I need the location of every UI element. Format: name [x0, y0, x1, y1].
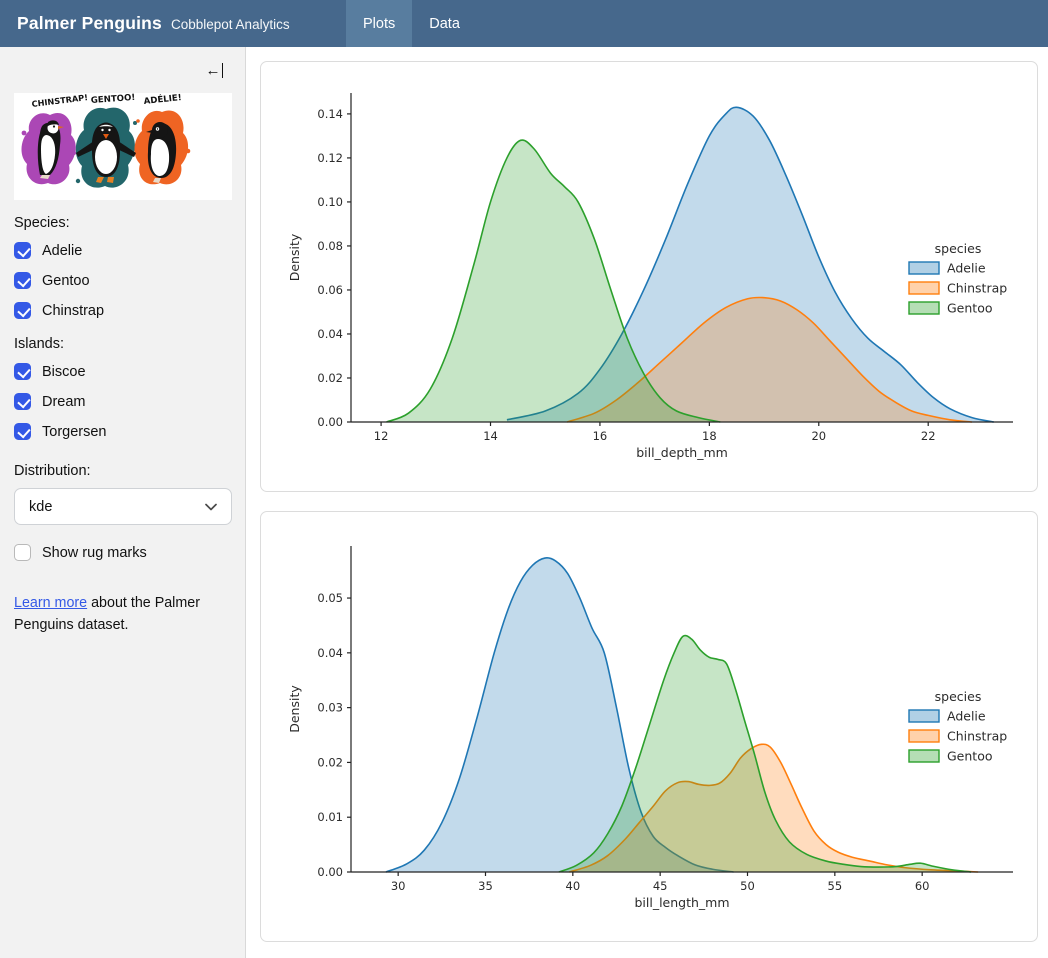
x-tick-label: 22 — [921, 429, 936, 443]
x-tick-label: 14 — [483, 429, 498, 443]
checkbox-row-chinstrap[interactable]: Chinstrap — [14, 302, 231, 319]
learn-more-link[interactable]: Learn more — [14, 595, 87, 611]
y-tick-label: 0.03 — [317, 701, 343, 715]
y-tick-label: 0.05 — [317, 591, 343, 605]
chinstrap-checkbox-label: Chinstrap — [42, 303, 104, 319]
y-axis-label: Density — [287, 233, 302, 281]
legend-swatch-adelie — [909, 710, 939, 722]
legend-swatch-adelie — [909, 262, 939, 274]
legend-swatch-chinstrap — [909, 730, 939, 742]
sidebar: ← — [0, 47, 246, 958]
gentoo-checkbox[interactable] — [14, 272, 31, 289]
app-window: Palmer Penguins Cobblepot Analytics Plot… — [0, 0, 1048, 958]
y-tick-label: 0.10 — [317, 195, 343, 209]
x-tick-label: 60 — [915, 879, 930, 893]
rug-checkbox[interactable] — [14, 544, 31, 561]
x-tick-label: 40 — [566, 879, 581, 893]
x-tick-label: 50 — [740, 879, 755, 893]
checkbox-row-gentoo[interactable]: Gentoo — [14, 272, 231, 289]
y-tick-label: 0.02 — [317, 371, 343, 385]
y-tick-label: 0.04 — [317, 646, 343, 660]
main-content: 0.00 0.02 0.04 0.06 0.08 0.10 0.12 0.14 12 14 16 18… — [247, 47, 1048, 958]
dataset-note: Learn more about the Palmer Penguins dat… — [14, 592, 214, 636]
legend-title: species — [935, 241, 982, 256]
legend-label-gentoo: Gentoo — [947, 749, 993, 764]
legend-label-chinstrap: Chinstrap — [947, 281, 1007, 296]
density-plot-bill-length: 0.00 0.01 0.02 0.03 0.04 0.05 30 35 40 45 50 55 60 bi… — [261, 512, 1037, 941]
y-tick-label: 0.00 — [317, 865, 343, 879]
x-axis-label: bill_depth_mm — [636, 445, 728, 460]
biscoe-checkbox-label: Biscoe — [42, 364, 86, 380]
legend-label-adelie: Adelie — [947, 261, 986, 276]
checkbox-row-rug[interactable]: Show rug marks — [14, 544, 231, 561]
torgersen-checkbox[interactable] — [14, 423, 31, 440]
checkbox-row-adelie[interactable]: Adelie — [14, 242, 231, 259]
species-section-label: Species: — [14, 215, 231, 231]
x-tick-label: 12 — [374, 429, 389, 443]
gentoo-checkbox-label: Gentoo — [42, 273, 90, 289]
x-tick-label: 45 — [653, 879, 668, 893]
y-axis-label: Density — [287, 685, 302, 733]
sidebar-header: ← — [14, 61, 231, 87]
torgersen-checkbox-label: Torgersen — [42, 424, 106, 440]
y-tick-label: 0.01 — [317, 810, 343, 824]
checkbox-row-dream[interactable]: Dream — [14, 393, 231, 410]
y-tick-label: 0.12 — [317, 151, 343, 165]
x-axis-label: bill_length_mm — [634, 895, 729, 910]
checkbox-row-biscoe[interactable]: Biscoe — [14, 363, 231, 380]
legend-swatch-chinstrap — [909, 282, 939, 294]
bill-depth-plot-card: 0.00 0.02 0.04 0.06 0.08 0.10 0.12 0.14 12 14 16 18… — [260, 61, 1038, 492]
islands-section-label: Islands: — [14, 336, 231, 352]
distribution-select[interactable]: kde — [14, 488, 232, 525]
y-tick-label: 0.14 — [317, 107, 343, 121]
rug-checkbox-label: Show rug marks — [42, 545, 147, 561]
legend-label-chinstrap: Chinstrap — [947, 729, 1007, 744]
app-title: Palmer Penguins — [17, 13, 162, 34]
app-brand: Palmer Penguins Cobblepot Analytics — [0, 13, 346, 34]
x-tick-label: 30 — [391, 879, 406, 893]
y-tick-label: 0.04 — [317, 327, 343, 341]
y-tick-label: 0.00 — [317, 415, 343, 429]
bill-length-plot-card: 0.00 0.01 0.02 0.03 0.04 0.05 30 35 40 45 50 55 60 bi… — [260, 511, 1038, 942]
navbar: Palmer Penguins Cobblepot Analytics Plot… — [0, 0, 1048, 47]
x-tick-label: 55 — [828, 879, 843, 893]
legend-title: species — [935, 689, 982, 704]
y-tick-label: 0.08 — [317, 239, 343, 253]
density-plot-bill-depth: 0.00 0.02 0.04 0.06 0.08 0.10 0.12 0.14 12 14 16 18… — [261, 62, 1037, 491]
chinstrap-checkbox[interactable] — [14, 302, 31, 319]
checkbox-row-torgersen[interactable]: Torgersen — [14, 423, 231, 440]
y-tick-label: 0.06 — [317, 283, 343, 297]
adelie-checkbox[interactable] — [14, 242, 31, 259]
collapse-sidebar-icon[interactable]: ← — [206, 63, 224, 78]
x-tick-label: 18 — [702, 429, 717, 443]
tab-plots[interactable]: Plots — [346, 0, 412, 47]
chevron-down-icon — [205, 503, 217, 511]
legend-swatch-gentoo — [909, 750, 939, 762]
legend-swatch-gentoo — [909, 302, 939, 314]
x-tick-label: 20 — [811, 429, 826, 443]
penguins-artwork-image: CHINSTRAP! GENTOO! ADÉLIE! — [14, 93, 232, 200]
y-tick-label: 0.02 — [317, 755, 343, 769]
x-tick-label: 16 — [593, 429, 608, 443]
nav-tabs: Plots Data — [346, 0, 477, 47]
dream-checkbox-label: Dream — [42, 394, 86, 410]
distribution-select-value: kde — [29, 499, 205, 515]
app-subtitle: Cobblepot Analytics — [171, 17, 290, 32]
legend-label-adelie: Adelie — [947, 709, 986, 724]
x-tick-label: 35 — [478, 879, 493, 893]
distribution-label: Distribution: — [14, 463, 231, 479]
biscoe-checkbox[interactable] — [14, 363, 31, 380]
tab-data[interactable]: Data — [412, 0, 477, 47]
adelie-checkbox-label: Adelie — [42, 243, 82, 259]
legend-label-gentoo: Gentoo — [947, 301, 993, 316]
dream-checkbox[interactable] — [14, 393, 31, 410]
